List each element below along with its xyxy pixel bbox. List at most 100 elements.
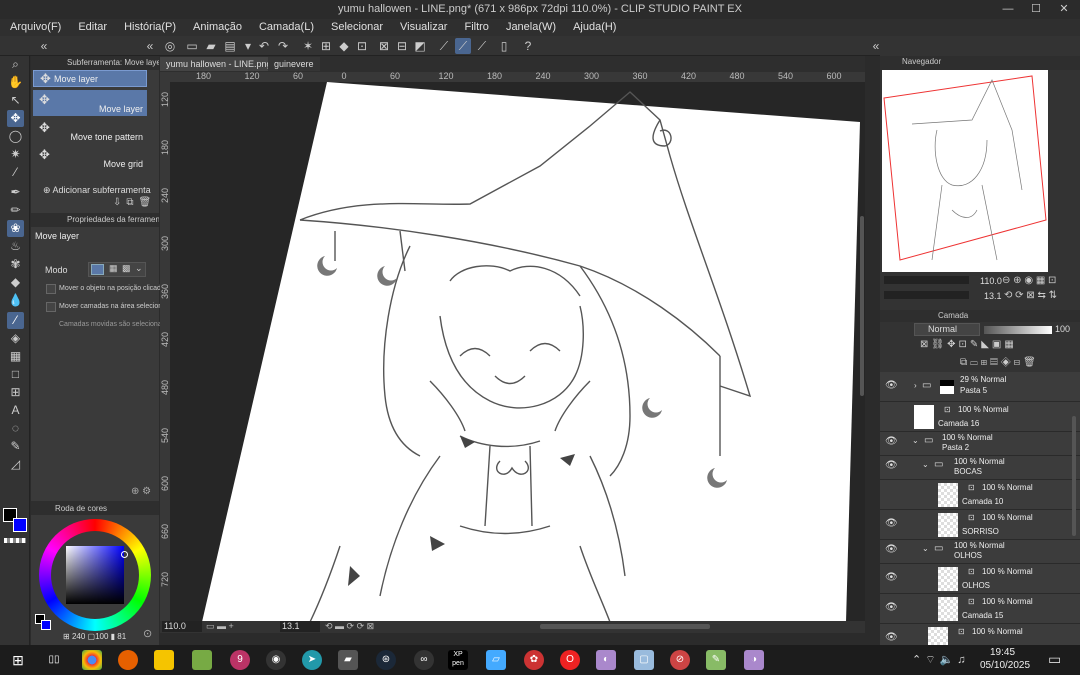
app-icon[interactable]: ▢ [634, 650, 654, 670]
eye-icon[interactable]: 👁 [885, 436, 898, 447]
brush-icon[interactable]: ❀ [7, 220, 24, 237]
navigator-zoom-controls[interactable]: ⊖ ⊕ ◉ ▦ ⊡ [1002, 275, 1056, 286]
lasso-icon[interactable]: ◯ [7, 128, 24, 145]
special-ruler-snap-icon[interactable]: ⟋ [455, 38, 471, 54]
menu-filtro[interactable]: Filtro [454, 19, 495, 36]
eye-icon[interactable]: 👁 [885, 632, 898, 643]
tab-guinevere[interactable]: guinevere [268, 57, 320, 71]
hue-ring[interactable] [39, 519, 151, 631]
fill-icon[interactable]: ◆ [336, 38, 352, 54]
app-icon[interactable]: ◑ [744, 650, 764, 670]
eye-icon[interactable]: 👁 [885, 602, 898, 613]
task-view-icon[interactable]: ▯▯ [44, 650, 64, 670]
app-icon[interactable]: ▱ [486, 650, 506, 670]
eyedropper-icon[interactable]: ⁄ [7, 164, 24, 181]
redo-icon[interactable]: ↷ [275, 38, 291, 54]
fill-bucket-icon[interactable]: ◈ [7, 330, 24, 347]
mode-grid-icon[interactable]: ▦ [109, 263, 118, 274]
new-file-icon[interactable]: ▭ [184, 38, 200, 54]
tray-icons[interactable]: ⌃⌔🔈♫ [912, 653, 970, 667]
layer-row[interactable]: 👁 ⊡ 100 % Normal Camada 15 [880, 594, 1080, 624]
start-icon[interactable]: ⊞ [8, 650, 28, 670]
frame-icon[interactable]: ⊞ [7, 384, 24, 401]
clip-studio-icon[interactable]: ∞ [414, 650, 434, 670]
balloon-icon[interactable]: ◌ [7, 420, 24, 437]
subtool-item-move-layer[interactable]: ✥ Move layer [33, 90, 147, 116]
layer-row[interactable]: 👁 ⊡ 100 % Normal OLHOS [880, 564, 1080, 594]
xp-pen-icon[interactable]: XP pen [448, 650, 468, 670]
layer-row[interactable]: 👁 ⌄ ▭ 100 % Normal Pasta 2 [880, 432, 1080, 456]
add-subtool-button[interactable]: ⊕ Adicionar subferramenta [43, 185, 151, 196]
move-layer-icon[interactable]: ✥ [7, 110, 24, 127]
app-icon[interactable]: ◐ [596, 650, 616, 670]
zoom-field[interactable]: 110.0 [162, 621, 202, 632]
subtool-actions[interactable]: ⇩⧉🗑 [113, 197, 156, 208]
app-icon[interactable]: ⊘ [670, 650, 690, 670]
dropdown-icon[interactable]: ▾ [240, 38, 256, 54]
ruler-snap-icon[interactable]: ⟋ [436, 38, 452, 54]
transparent-color-swatch[interactable] [4, 538, 26, 543]
color-picker-cursor[interactable] [121, 551, 128, 558]
collapse-icon[interactable]: ⌄ [912, 436, 919, 445]
eye-icon[interactable]: 👁 [885, 572, 898, 583]
eraser-icon[interactable]: ◆ [7, 274, 24, 291]
collapse-icon[interactable]: ⌄ [922, 544, 929, 553]
opacity-slider[interactable] [984, 326, 1052, 334]
menu-camada[interactable]: Camada(L) [249, 19, 321, 36]
angle-field[interactable]: 13.1 [280, 621, 320, 632]
undo-icon[interactable]: ↶ [256, 38, 272, 54]
notification-icon[interactable]: ▭ [1048, 651, 1061, 668]
magic-wand-icon[interactable]: ✷ [7, 146, 24, 163]
menu-editar[interactable]: Editar [68, 19, 114, 36]
navigator-preview[interactable] [882, 70, 1048, 272]
mode-selector[interactable]: ▦ ▩ ⌄ [88, 262, 146, 277]
pen-active-icon[interactable]: ⁄ [7, 312, 24, 329]
option-checkbox-2[interactable] [46, 302, 56, 312]
clear-outside-icon[interactable]: ⊞ [318, 38, 334, 54]
option-checkbox-1[interactable] [46, 284, 56, 294]
horizontal-scrollbar[interactable] [540, 624, 710, 629]
menu-arquivo[interactable]: Arquivo(F) [0, 19, 68, 36]
layer-scrollbar[interactable] [1072, 416, 1076, 536]
correct-line-icon[interactable]: ✎ [7, 438, 24, 455]
steam-icon[interactable]: ⊛ [376, 650, 396, 670]
hand-icon[interactable]: ✋ [7, 74, 24, 91]
layer-row[interactable]: ⊡ 100 % Normal Camada 10 [880, 480, 1080, 510]
layer-row[interactable]: 👁 ⊡ 100 % Normal [880, 624, 1080, 645]
operation-icon[interactable]: ↖ [7, 92, 24, 109]
clear-icon[interactable]: ✶ [300, 38, 316, 54]
saturation-value-square[interactable] [66, 546, 124, 604]
invert-selection-icon[interactable]: ⊟ [394, 38, 410, 54]
menu-historia[interactable]: História(P) [114, 19, 183, 36]
zoom-controls[interactable]: ▭ ▬ + [206, 621, 234, 632]
text-icon[interactable]: A [7, 402, 24, 419]
mode-pattern-icon[interactable]: ▩ [122, 263, 131, 274]
zoom-icon[interactable]: ⌕ [7, 56, 24, 73]
subtool-move-layer-tab[interactable]: ✥ Move layer [33, 70, 147, 87]
layer-row[interactable]: 👁 ⌄ ▭ 100 % Normal BOCAS [880, 456, 1080, 480]
rotation-controls[interactable]: ⟲ ▬ ⟳ ⟳ ⊠ [325, 621, 374, 632]
eye-icon[interactable]: 👁 [885, 460, 898, 471]
app-icon[interactable] [192, 650, 212, 670]
opera-icon[interactable]: O [560, 650, 580, 670]
app-icon[interactable]: ▰ [338, 650, 358, 670]
device-icon[interactable]: ▯ [496, 38, 512, 54]
pen-icon[interactable]: ✒ [7, 184, 24, 201]
eye-icon[interactable]: 👁 [885, 544, 898, 555]
vertical-scrollbar[interactable] [860, 216, 864, 396]
subtool-item-move-tone-pattern[interactable]: ✥ Move tone pattern [33, 118, 147, 144]
layer-row[interactable]: ⊡ 100 % Normal Camada 16 [880, 402, 1080, 432]
grid-snap-icon[interactable]: ⟋ [474, 38, 490, 54]
menu-animacao[interactable]: Animação [183, 19, 249, 36]
minimize-icon[interactable]: — [994, 0, 1022, 19]
canvas-area[interactable] [160, 56, 865, 633]
mode-layer-icon[interactable] [91, 264, 104, 275]
layer-property-icons[interactable]: ⊠⛓✥⊡✎◣▣▦ [920, 339, 1017, 350]
pencil-icon[interactable]: ✏ [7, 202, 24, 219]
sub-color-swatch[interactable] [13, 518, 27, 532]
eye-icon[interactable]: 👁 [885, 518, 898, 529]
layer-row[interactable]: 👁 ⊡ 100 % Normal SORRISO [880, 510, 1080, 540]
menu-ajuda[interactable]: Ajuda(H) [563, 19, 623, 36]
obs-icon[interactable]: ◉ [266, 650, 286, 670]
menu-visualizar[interactable]: Visualizar [390, 19, 455, 36]
